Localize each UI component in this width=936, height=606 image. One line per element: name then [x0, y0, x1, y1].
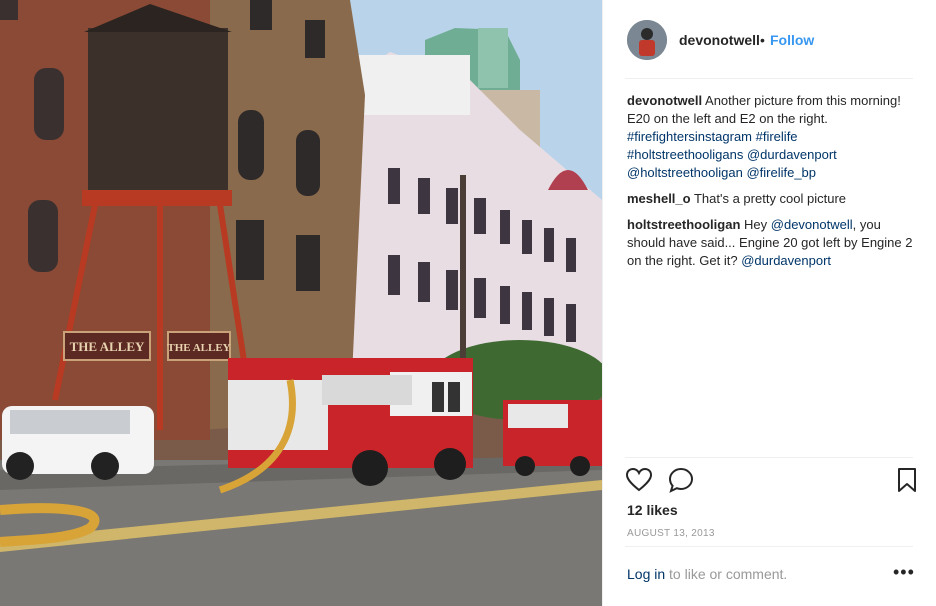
street-scene-image: THE ALLEY THE ALLEY	[0, 0, 602, 606]
login-text: to like or comment.	[665, 566, 788, 582]
mention-link[interactable]: @devonotwell	[771, 217, 853, 232]
caption-comment: devonotwell Another picture from this mo…	[627, 92, 913, 182]
alley-sign-right-text: THE ALLEY	[167, 342, 230, 354]
post-date: AUGUST 13, 2013	[627, 528, 715, 539]
post-header: devonotwell • Follow	[603, 0, 936, 78]
more-options-icon[interactable]: •••	[893, 562, 915, 583]
avatar-image	[627, 20, 667, 60]
mention-link[interactable]: @holtstreethooligan	[627, 165, 743, 180]
mention-link[interactable]: @durdavenport	[747, 147, 837, 162]
heart-icon[interactable]	[625, 466, 653, 494]
post-side-panel: devonotwell • Follow devonotwell Another…	[602, 0, 936, 606]
comment-text: That's a pretty cool picture	[693, 191, 847, 206]
hashtag-link[interactable]: #holtstreethooligans	[627, 147, 743, 162]
post-photo[interactable]: THE ALLEY THE ALLEY	[0, 0, 602, 606]
comment-username[interactable]: devonotwell	[627, 93, 702, 108]
hashtag-link[interactable]: #firelife	[756, 129, 798, 144]
actions-divider	[625, 457, 913, 458]
comment: holtstreethooligan Hey @devonotwell, you…	[627, 216, 913, 270]
comment: meshell_o That's a pretty cool picture	[627, 190, 913, 208]
water-tower	[88, 28, 228, 198]
bookmark-icon[interactable]	[893, 466, 921, 494]
alley-sign-left-text: THE ALLEY	[70, 339, 145, 354]
likes-count[interactable]: 12 likes	[627, 502, 678, 518]
follow-button[interactable]: Follow	[770, 32, 814, 48]
comment-username[interactable]: meshell_o	[627, 191, 691, 206]
footer-divider	[625, 546, 913, 547]
mention-link[interactable]: @durdavenport	[741, 253, 831, 268]
comment-text: Hey	[744, 217, 768, 232]
header-divider	[625, 78, 913, 79]
hashtag-link[interactable]: #firefightersinstagram	[627, 129, 752, 144]
mention-link[interactable]: @firelife_bp	[746, 165, 816, 180]
header-username[interactable]: devonotwell	[679, 32, 760, 48]
login-link[interactable]: Log in	[627, 566, 665, 582]
action-bar	[625, 466, 916, 494]
comment-username[interactable]: holtstreethooligan	[627, 217, 740, 232]
comment-icon[interactable]	[667, 466, 695, 494]
separator-dot: •	[760, 32, 765, 48]
avatar[interactable]	[627, 20, 667, 60]
comments-list: devonotwell Another picture from this mo…	[627, 92, 913, 278]
login-prompt: Log in to like or comment.	[627, 566, 787, 582]
